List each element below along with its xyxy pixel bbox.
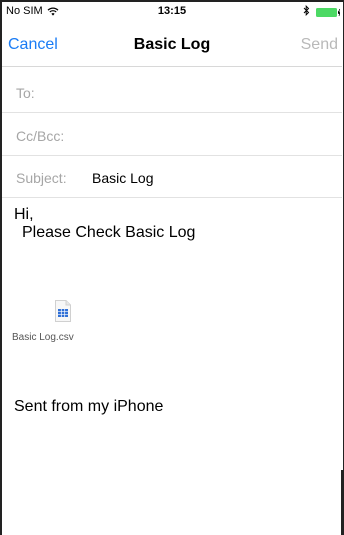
send-button[interactable]: Send	[301, 36, 338, 54]
subject-field[interactable]: Subject: Basic Log	[2, 157, 342, 198]
compose-blank-area[interactable]	[2, 470, 342, 535]
subject-input[interactable]: Basic Log	[92, 170, 153, 186]
to-field[interactable]: To:	[2, 72, 342, 113]
cc-bcc-field[interactable]: Cc/Bcc:	[2, 115, 342, 156]
subject-label: Subject:	[16, 170, 67, 186]
body-message: Please Check Basic Log	[22, 224, 196, 241]
message-body[interactable]: Hi, Please Check Basic Log	[14, 206, 334, 242]
signature: Sent from my iPhone	[14, 398, 164, 415]
nav-title: Basic Log	[133, 36, 211, 53]
spreadsheet-file-icon[interactable]	[55, 300, 71, 322]
status-right	[303, 4, 341, 19]
cc-bcc-label: Cc/Bcc:	[16, 128, 65, 144]
status-time: 13:15	[157, 5, 187, 17]
to-label: To:	[16, 85, 35, 101]
battery-icon	[316, 7, 341, 17]
body-greeting: Hi,	[14, 206, 34, 223]
attachment-name: Basic Log.csv	[12, 332, 74, 343]
status-bar: No SIM 13:15	[2, 2, 342, 20]
bluetooth-icon	[303, 4, 310, 19]
nav-bar: Cancel Basic Log Send	[2, 20, 342, 67]
